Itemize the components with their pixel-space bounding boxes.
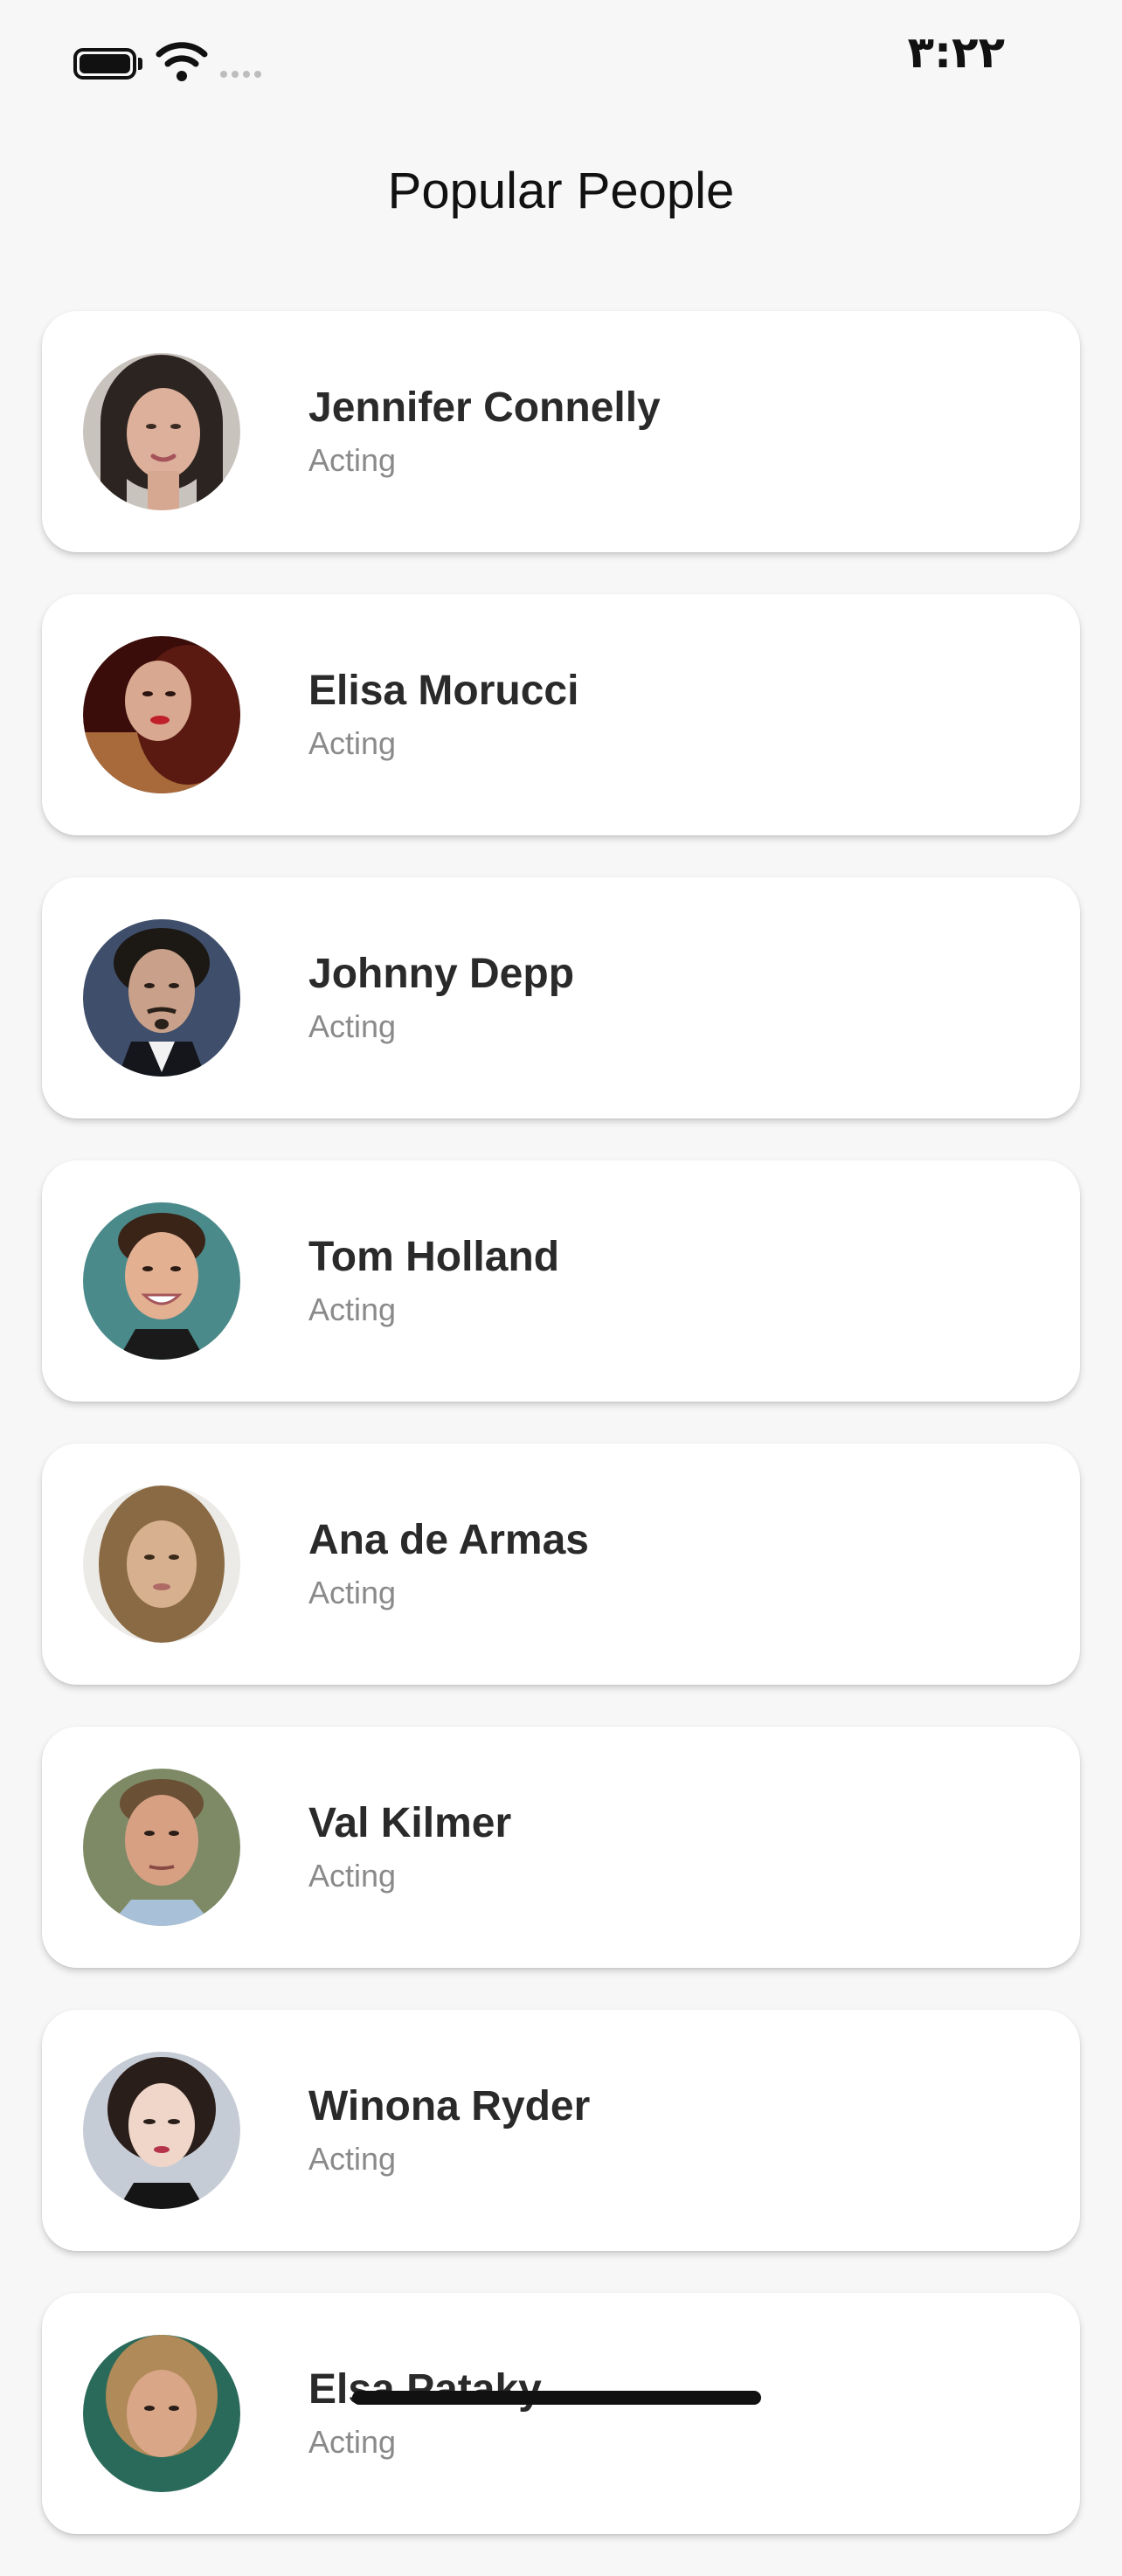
avatar (83, 353, 240, 510)
avatar (83, 1202, 240, 1360)
person-department: Acting (308, 442, 397, 478)
person-department: Acting (308, 2424, 397, 2460)
avatar (83, 636, 240, 793)
avatar (83, 2052, 240, 2209)
person-department: Acting (308, 1575, 397, 1610)
home-indicator[interactable] (352, 2391, 761, 2405)
person-card[interactable]: Elsa Pataky Acting (42, 2293, 1080, 2534)
person-department: Acting (308, 1291, 397, 1327)
person-card[interactable]: Johnny Depp Acting (42, 877, 1080, 1118)
person-name: Ana de Armas (308, 1517, 589, 1563)
avatar (83, 919, 240, 1077)
person-department: Acting (308, 1858, 397, 1894)
person-department: Acting (308, 725, 397, 761)
person-name: Johnny Depp (308, 951, 575, 997)
battery-icon (73, 48, 136, 80)
status-bar: ٣:٢٢ (0, 0, 1122, 114)
person-name: Val Kilmer (308, 1800, 512, 1846)
person-card[interactable]: Winona Ryder Acting (42, 2010, 1080, 2251)
person-card[interactable]: Ana de Armas Acting (42, 1444, 1080, 1685)
status-time: ٣:٢٢ (907, 27, 1005, 78)
wifi-icon (156, 42, 208, 81)
person-name: Winona Ryder (308, 2083, 591, 2129)
person-card[interactable]: Val Kilmer Acting (42, 1727, 1080, 1968)
avatar (83, 2335, 240, 2492)
person-department: Acting (308, 2141, 397, 2177)
person-card[interactable]: Elisa Morucci Acting (42, 594, 1080, 835)
signal-dots-icon (220, 71, 261, 78)
avatar (83, 1485, 240, 1643)
person-card[interactable]: Jennifer Connelly Acting (42, 311, 1080, 552)
avatar (83, 1769, 240, 1926)
battery-cap (138, 58, 142, 70)
person-department: Acting (308, 1008, 397, 1044)
person-card[interactable]: Tom Holland Acting (42, 1160, 1080, 1402)
page-title: Popular People (387, 163, 735, 219)
people-list: Jennifer Connelly Acting Elisa Morucci A… (42, 311, 1080, 2576)
person-name: Elsa Pataky (308, 2366, 542, 2413)
person-name: Elisa Morucci (308, 668, 579, 714)
person-name: Tom Holland (308, 1234, 560, 1280)
person-name: Jennifer Connelly (308, 384, 661, 431)
